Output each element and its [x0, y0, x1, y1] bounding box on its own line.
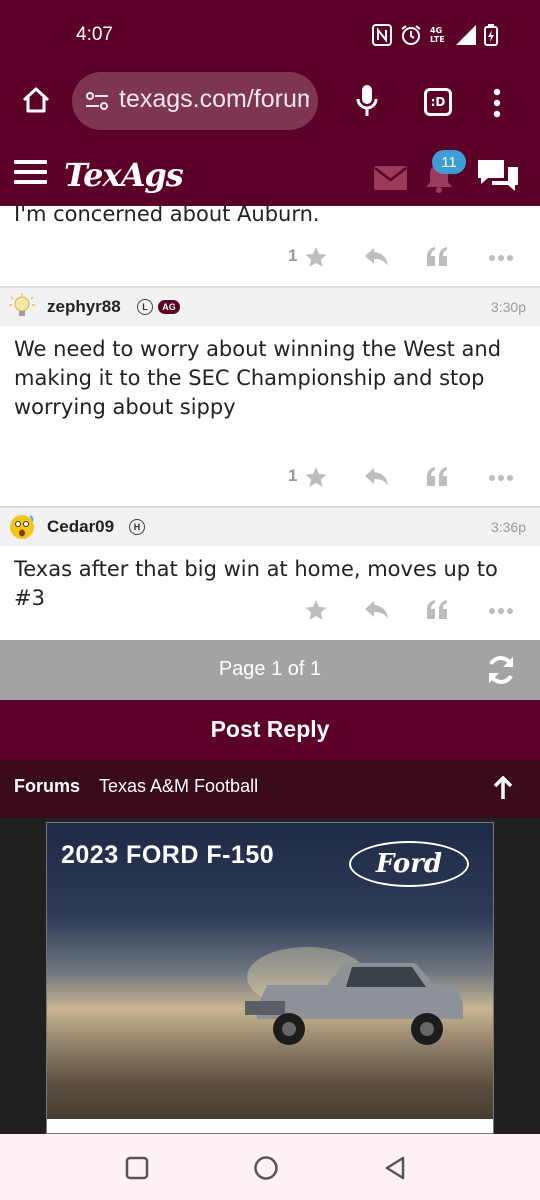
url-text[interactable]: texags.com/forums — [119, 85, 309, 114]
lightbulb-avatar-icon[interactable] — [8, 292, 36, 320]
ag-badge: AG — [158, 300, 180, 314]
post-header: zephyr88 L AG 3:30p — [0, 286, 540, 326]
reply-icon[interactable] — [364, 466, 390, 488]
notification-badge[interactable]: 11 — [432, 150, 466, 174]
breadcrumb-forums[interactable]: Forums — [14, 776, 80, 797]
recents-icon[interactable] — [125, 1156, 149, 1180]
like-count: 1 — [288, 466, 298, 485]
pagination-bar: Page 1 of 1 — [0, 640, 540, 700]
more-icon[interactable] — [488, 474, 514, 482]
post-reply-label: Post Reply — [210, 716, 330, 742]
more-options-icon[interactable] — [493, 88, 501, 118]
home-nav-icon[interactable] — [253, 1155, 279, 1181]
status-time: 4:07 — [76, 24, 113, 45]
system-nav-bar — [0, 1134, 540, 1200]
back-icon[interactable] — [383, 1155, 407, 1181]
honor-badge: H — [129, 519, 145, 535]
ford-ad-banner[interactable]: 2023 FORD F-150 Ford — [46, 822, 494, 1134]
tab-switcher-button[interactable]: :D — [424, 88, 452, 116]
scroll-top-icon[interactable] — [493, 776, 513, 800]
battery-icon — [484, 24, 498, 46]
post-actions: 1 — [0, 462, 540, 494]
breadcrumb: Forums Texas A&M Football — [0, 760, 540, 818]
post-actions — [0, 595, 540, 627]
truck-image — [245, 947, 463, 1045]
status-icons: 4G LTE — [372, 24, 498, 46]
ad-headline: 2023 FORD F-150 — [61, 841, 275, 869]
worried-face-avatar-icon[interactable] — [8, 512, 36, 540]
star-icon[interactable] — [304, 465, 328, 489]
quote-icon[interactable] — [426, 599, 448, 621]
post-actions: 1 — [0, 242, 540, 274]
quote-icon[interactable] — [426, 466, 448, 488]
network-type: 4G LTE — [430, 26, 445, 44]
browser-toolbar: texags.com/forums :D — [0, 72, 540, 134]
post-time: 3:30p — [490, 299, 526, 315]
ford-logo: Ford — [349, 841, 469, 887]
url-bar[interactable]: texags.com/forums — [72, 72, 318, 130]
username[interactable]: Cedar09 — [47, 517, 114, 537]
post-body: I'm concerned about Auburn. — [14, 202, 320, 226]
post-header: Cedar09 H 3:36p — [0, 506, 540, 546]
status-bar: 4:07 4G LTE — [0, 0, 540, 72]
menu-icon[interactable] — [14, 160, 47, 186]
site-settings-icon[interactable] — [84, 88, 110, 114]
breadcrumb-board[interactable]: Texas A&M Football — [99, 776, 258, 797]
more-icon[interactable] — [488, 607, 514, 615]
page-indicator[interactable]: Page 1 of 1 — [0, 658, 540, 681]
mail-icon[interactable] — [374, 166, 407, 190]
post-reply-button[interactable]: Post Reply — [0, 700, 540, 760]
quote-icon[interactable] — [426, 246, 448, 268]
like-count: 1 — [288, 246, 298, 265]
microphone-icon[interactable] — [356, 84, 378, 118]
post-body: We need to worry about winning the West … — [14, 337, 502, 419]
reply-icon[interactable] — [364, 246, 390, 268]
lifetime-badge: L — [137, 299, 153, 315]
alarm-icon — [401, 25, 421, 45]
nfc-icon — [372, 24, 392, 46]
signal-icon — [456, 25, 476, 45]
star-icon[interactable] — [304, 598, 328, 622]
chat-icon[interactable] — [476, 158, 520, 192]
username[interactable]: zephyr88 — [47, 297, 121, 317]
star-icon[interactable] — [304, 245, 328, 269]
refresh-icon[interactable] — [484, 653, 518, 687]
post-time: 3:36p — [490, 519, 526, 535]
site-logo[interactable]: TexAgs — [64, 156, 184, 194]
reply-icon[interactable] — [364, 599, 390, 621]
ad-footer — [47, 1119, 493, 1133]
home-icon[interactable] — [20, 84, 52, 116]
more-icon[interactable] — [488, 254, 514, 262]
